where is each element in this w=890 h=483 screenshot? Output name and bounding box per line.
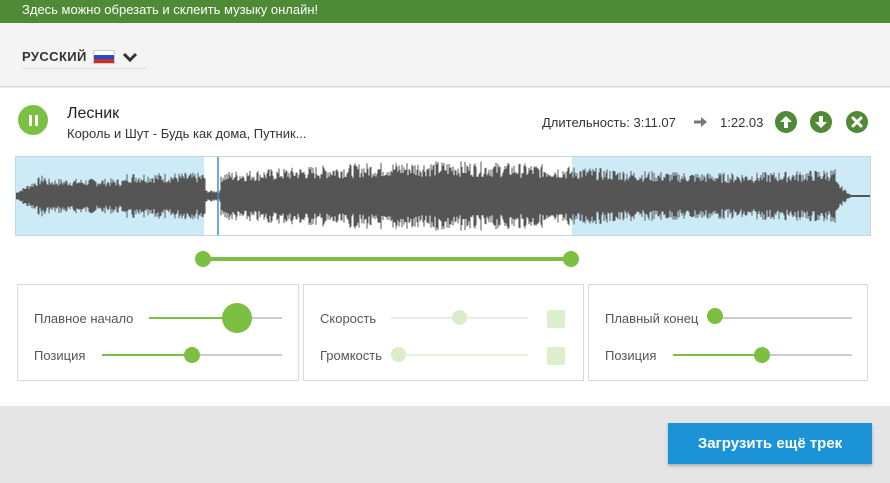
pause-icon [28, 114, 32, 126]
selection-start-handle[interactable] [195, 251, 211, 267]
language-bar: РУССКИЙ [0, 23, 890, 87]
track-artist: Король и Шут - Будь как дома, Путник... [67, 126, 307, 141]
russia-flag-icon [92, 49, 115, 64]
volume-slider[interactable] [391, 354, 528, 356]
fade-in-knob[interactable] [222, 303, 252, 333]
volume-knob[interactable] [391, 347, 406, 362]
track-editor: Лесник Король и Шут - Будь как дома, Пут… [0, 88, 890, 406]
close-icon [851, 116, 863, 128]
position-label: Позиция [605, 348, 657, 363]
track-title: Лесник [67, 105, 120, 122]
fade-out-label: Плавный конец [605, 311, 699, 326]
chevron-down-icon [122, 52, 137, 62]
fade-out-slider[interactable] [713, 317, 852, 319]
remove-track-button[interactable] [846, 111, 868, 133]
move-up-button[interactable] [775, 111, 797, 133]
fade-out-panel: Плавный конец Позиция [588, 284, 868, 381]
position-knob[interactable] [184, 347, 200, 363]
volume-checkbox[interactable] [547, 347, 565, 365]
fade-in-label: Плавное начало [34, 311, 134, 326]
speed-checkbox[interactable] [547, 310, 565, 328]
language-label: РУССКИЙ [22, 49, 87, 64]
banner-text: Здесь можно обрезать и склеить музыку он… [22, 2, 319, 17]
selection-end-handle[interactable] [563, 251, 579, 267]
selection-duration: 1:22.03 [720, 115, 764, 130]
move-down-button[interactable] [810, 111, 832, 133]
selection-range-bar [203, 257, 571, 261]
upload-another-track-button[interactable]: Загрузить ещё трек [668, 423, 872, 464]
waveform[interactable] [15, 156, 871, 236]
bottom-bar: Загрузить ещё трек [0, 406, 890, 483]
speed-knob[interactable] [452, 310, 467, 325]
duration-label: Длительность: 3:11.07 [542, 115, 676, 130]
position-label: Позиция [34, 348, 86, 363]
fade-in-panel: Плавное начало Позиция [17, 284, 299, 381]
speed-volume-panel: Скорость Громкость [303, 284, 584, 381]
waveform-canvas[interactable] [16, 157, 871, 235]
pause-button[interactable] [18, 105, 48, 135]
position-knob[interactable] [754, 347, 770, 363]
volume-label: Громкость [320, 348, 382, 363]
language-selector[interactable]: РУССКИЙ [22, 45, 147, 69]
fade-out-knob[interactable] [707, 308, 723, 324]
arrow-up-icon [780, 116, 792, 128]
top-banner: Здесь можно обрезать и склеить музыку он… [0, 0, 890, 23]
speed-label: Скорость [320, 311, 377, 326]
arrow-down-icon [815, 116, 827, 128]
arrow-right-icon [694, 117, 707, 127]
